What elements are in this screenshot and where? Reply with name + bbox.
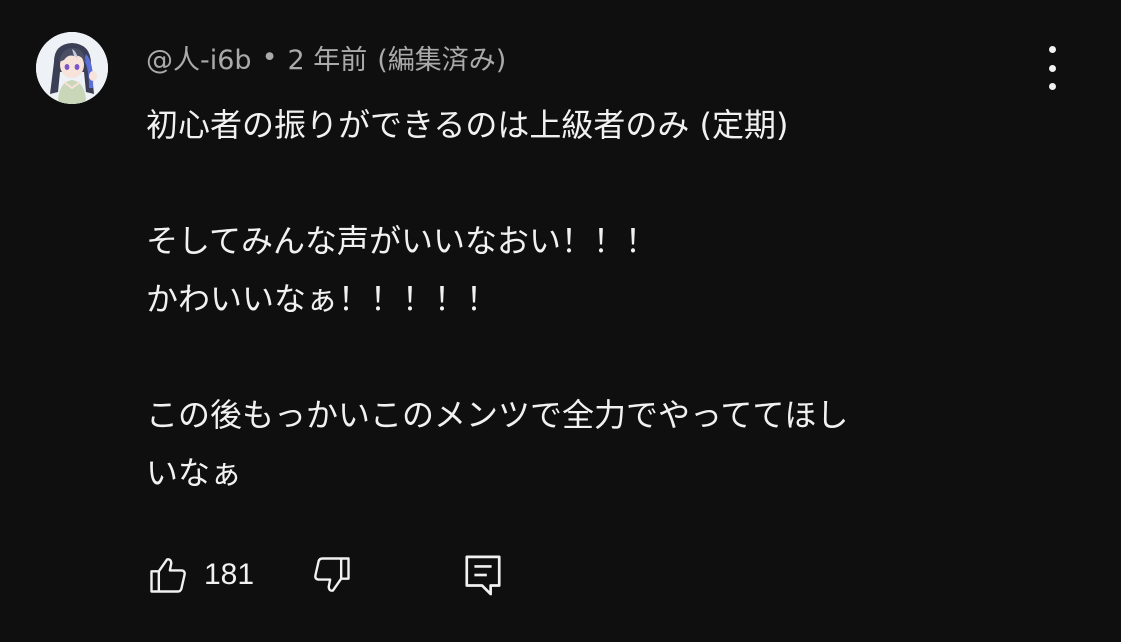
comment-line: かわいいなぁ！！！！！: [146, 280, 499, 318]
thumbs-down-icon: [314, 557, 350, 592]
dislike-button[interactable]: [310, 553, 354, 597]
comment-line: [146, 154, 1046, 212]
reply-button[interactable]: [462, 552, 504, 598]
kebab-dot: [1048, 46, 1056, 53]
author-name[interactable]: @人-i6b: [146, 38, 252, 77]
comment-actions: 181: [146, 548, 504, 602]
separator-dot: •: [261, 41, 278, 73]
avatar[interactable]: [36, 32, 108, 104]
comment-line: いなぁ: [146, 454, 243, 492]
comment-line: 初心者の振りができるのは上級者のみ (定期): [146, 106, 789, 144]
comment-timestamp[interactable]: 2 年前: [288, 38, 368, 77]
edited-label: (編集済み): [377, 44, 507, 76]
comment-line: [146, 328, 1046, 386]
avatar-image: [36, 32, 108, 104]
like-count: 181: [204, 558, 255, 591]
kebab-dot: [1048, 64, 1056, 72]
like-button[interactable]: 181: [146, 553, 254, 597]
kebab-dot: [1048, 83, 1056, 90]
comment-text: 初心者の振りができるのは上級者のみ (定期) そしてみんな声がいいなおい！！！ …: [146, 96, 1046, 502]
thumbs-up-icon: [150, 558, 186, 593]
comment-line: そしてみんな声がいいなおい！！！: [146, 222, 658, 260]
more-actions-button[interactable]: [1034, 46, 1070, 90]
reply-comment-icon: [465, 555, 501, 596]
comment-header: @人-i6b • 2 年前 (編集済み): [146, 37, 506, 77]
comment-line: この後もっかいこのメンツで全力でやっててほし: [146, 396, 849, 434]
comment-thread: @人-i6b • 2 年前 (編集済み) 初心者の振りができるのは上級者のみ (…: [0, 0, 1121, 642]
